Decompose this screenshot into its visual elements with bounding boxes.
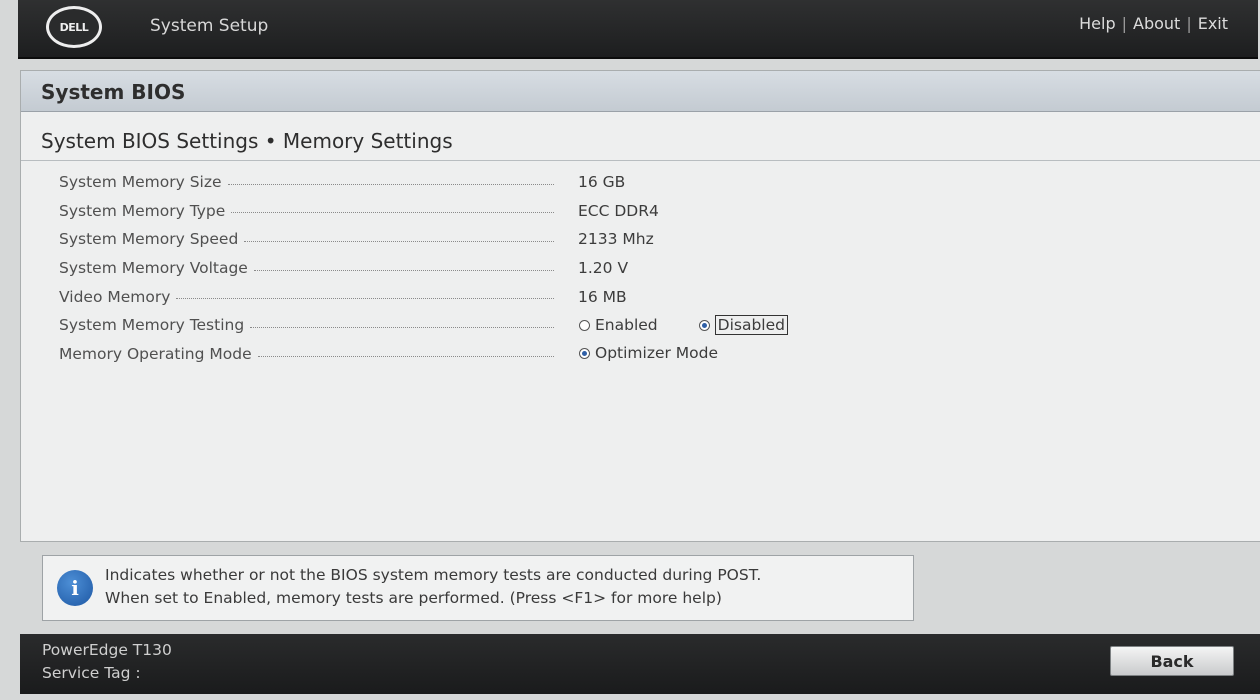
setting-row-operating-mode: Memory Operating Mode Optimizer Mode [59,341,959,370]
back-button[interactable]: Back [1110,646,1234,676]
bottom-bar: PowerEdge T130 Service Tag : Back [20,634,1260,694]
radio-button-selected-icon[interactable] [698,319,710,331]
setting-row-memory-testing: System Memory Testing Enabled Disabled [59,312,959,341]
divider [21,160,1260,161]
main-panel: System BIOS System BIOS Settings • Memor… [20,70,1260,542]
panel-header: System BIOS [21,71,1260,112]
setting-row-memory-speed: System Memory Speed 2133 Mhz [59,226,959,255]
memory-testing-radio-group: Enabled Disabled [579,315,788,336]
bios-screen: DELL System Setup Help | About | Exit Sy… [0,0,1260,700]
radio-label-focused: Disabled [714,315,788,336]
leader-dots [257,355,554,357]
help-text: Indicates whether or not the BIOS system… [105,564,761,610]
help-box: i Indicates whether or not the BIOS syst… [42,555,914,621]
page-subtitle: System BIOS Settings • Memory Settings [41,129,453,153]
panel-title: System BIOS [41,80,186,104]
setting-row-memory-voltage: System Memory Voltage 1.20 V [59,255,959,284]
dell-logo: DELL [46,6,102,48]
setting-label: Memory Operating Mode [59,345,252,364]
app-title: System Setup [150,16,269,36]
radio-button-icon[interactable] [579,319,590,331]
about-link[interactable]: About [1133,14,1180,33]
operating-mode-radio-group: Optimizer Mode [579,344,718,362]
setting-label: System Memory Speed [59,230,239,249]
setting-label: System Memory Size [59,173,222,191]
info-icon: i [57,570,93,606]
radio-optimizer-mode[interactable]: Optimizer Mode [579,344,718,362]
leader-dots [250,326,554,328]
setting-label: System Memory Type [59,201,226,220]
leader-dots [231,212,554,214]
system-info: PowerEdge T130 Service Tag : [42,639,172,685]
radio-label: Optimizer Mode [595,344,719,363]
radio-enabled[interactable]: Enabled [579,316,658,334]
radio-disabled[interactable]: Disabled [698,315,788,336]
link-separator: | [1121,14,1127,33]
settings-list: System Memory Size 16 GB System Memory T… [59,169,959,370]
setting-value: 1.20 V [578,259,629,278]
setting-label: System Memory Voltage [59,259,248,278]
setting-row-video-memory: Video Memory 16 MB [59,284,959,313]
setting-value: ECC DDR4 [578,201,659,220]
setting-row-memory-type: System Memory Type ECC DDR4 [59,198,959,227]
leader-dots [253,269,554,271]
radio-label: Enabled [595,316,658,335]
model-name: PowerEdge T130 [42,641,172,659]
help-line: When set to Enabled, memory tests are pe… [105,589,722,607]
setting-label: Video Memory [59,287,171,306]
link-separator: | [1186,14,1192,33]
top-links: Help | About | Exit [1079,14,1228,33]
help-line: Indicates whether or not the BIOS system… [105,566,762,584]
exit-link[interactable]: Exit [1198,14,1228,33]
setting-value: 16 GB [578,173,626,191]
setting-label: System Memory Testing [59,316,245,335]
leader-dots [227,183,554,185]
leader-dots [176,298,554,300]
setting-value: 16 MB [578,287,627,306]
top-bar: DELL System Setup Help | About | Exit [18,0,1258,59]
radio-button-selected-icon[interactable] [579,347,590,359]
setting-value: 2133 Mhz [578,230,654,249]
leader-dots [244,240,554,242]
help-link[interactable]: Help [1079,14,1115,33]
setting-row-memory-size: System Memory Size 16 GB [59,169,959,198]
service-tag: Service Tag : [42,664,141,682]
